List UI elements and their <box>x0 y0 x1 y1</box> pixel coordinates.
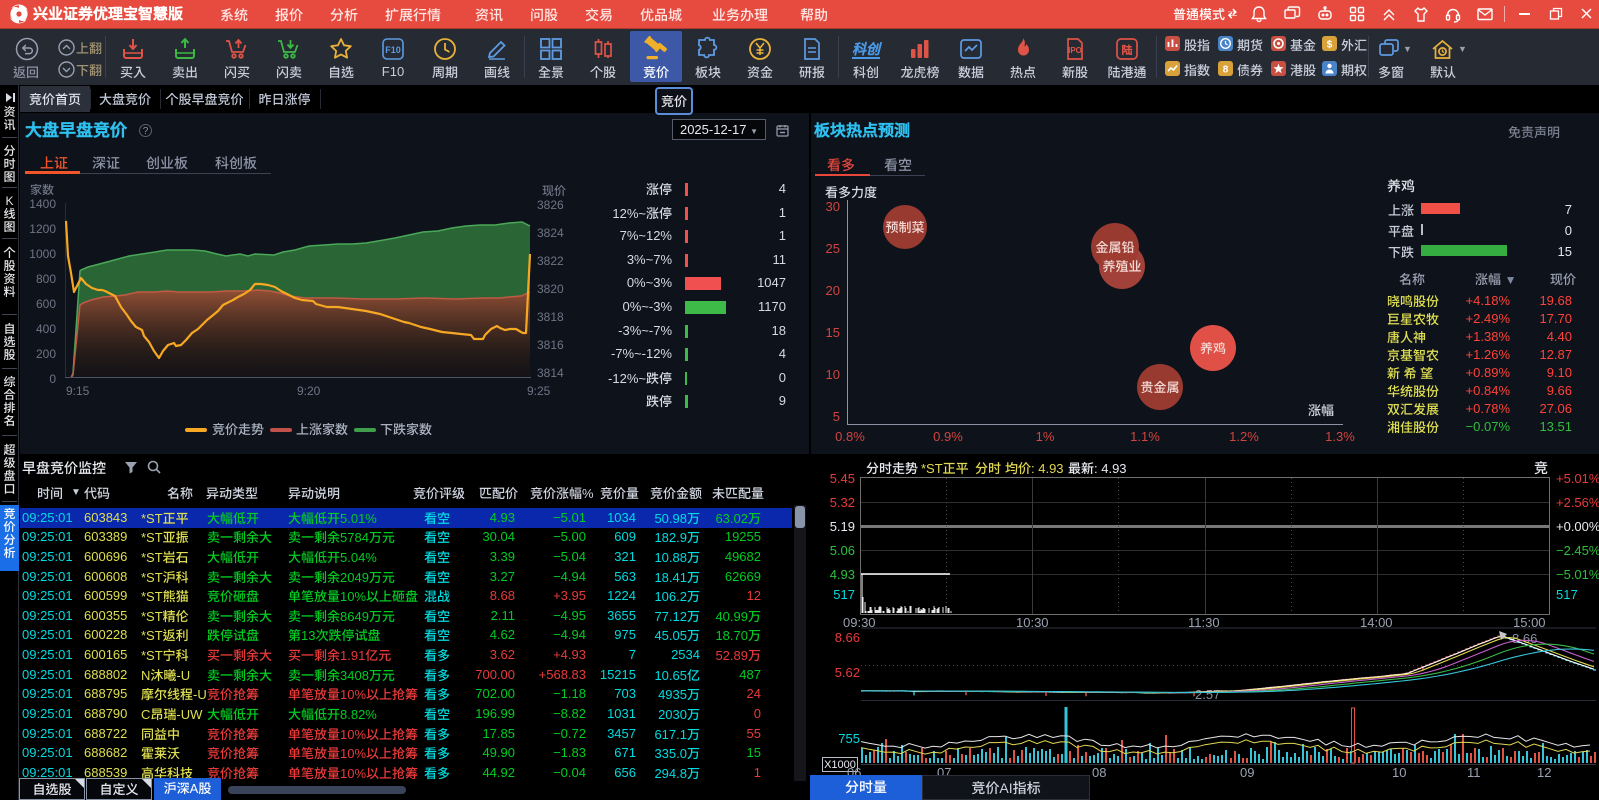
svg-text:8: 8 <box>1223 65 1229 76</box>
svg-text:F10: F10 <box>385 45 401 55</box>
svg-text:$: $ <box>1327 40 1333 51</box>
svg-text:陆: 陆 <box>1122 44 1133 57</box>
svg-text:IPO: IPO <box>1068 46 1082 55</box>
